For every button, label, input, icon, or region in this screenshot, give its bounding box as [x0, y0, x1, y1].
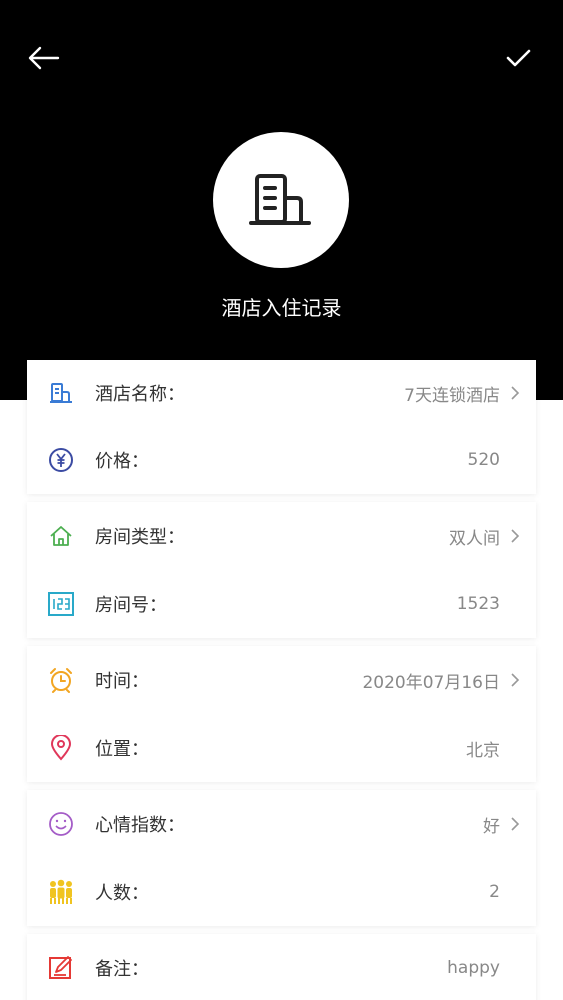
row-price[interactable]: 价格： 520	[27, 426, 536, 494]
confirm-button[interactable]	[502, 42, 534, 74]
group-time: 时间： 2020年07月16日 位置： 北京	[27, 646, 536, 782]
home-icon	[47, 522, 75, 550]
row-value: 北京	[466, 740, 500, 761]
row-label: 酒店名称：	[95, 384, 185, 405]
chevron-right-icon	[511, 529, 520, 543]
group-mood: 心情指数： 好 人数： 2	[27, 790, 536, 926]
smiley-icon	[47, 810, 75, 838]
hotel-icon	[47, 379, 75, 407]
building-icon	[249, 174, 311, 225]
arrow-left-icon	[28, 46, 60, 70]
alarm-clock-icon	[47, 666, 75, 694]
people-icon	[47, 878, 75, 906]
group-hotel: 酒店名称： 7天连锁酒店 价格： 520	[27, 360, 536, 494]
check-icon	[506, 49, 531, 67]
row-value: happy	[447, 958, 500, 978]
row-label: 房间号：	[95, 595, 167, 616]
header-bar: 酒店入住记录	[0, 0, 563, 400]
row-label: 备注：	[95, 959, 149, 980]
row-mood[interactable]: 心情指数： 好	[27, 790, 536, 858]
chevron-right-icon	[511, 673, 520, 687]
location-pin-icon	[47, 734, 75, 762]
row-room-number[interactable]: 房间号： 1523	[27, 570, 536, 638]
row-label: 房间类型：	[95, 527, 185, 548]
row-value: 520	[467, 450, 500, 470]
yen-icon	[47, 446, 75, 474]
row-hotel-name[interactable]: 酒店名称： 7天连锁酒店	[27, 360, 536, 426]
row-value: 2	[489, 882, 500, 902]
row-label: 位置：	[95, 739, 149, 760]
row-notes[interactable]: 备注： happy	[27, 934, 536, 1000]
group-notes: 备注： happy	[27, 934, 536, 1000]
back-button[interactable]	[26, 42, 62, 74]
row-people[interactable]: 人数： 2	[27, 858, 536, 926]
row-label: 时间：	[95, 671, 149, 692]
row-value: 2020年07月16日	[362, 672, 500, 693]
chevron-right-icon	[511, 817, 520, 831]
note-edit-icon	[47, 954, 75, 982]
row-room-type[interactable]: 房间类型： 双人间	[27, 502, 536, 570]
row-value: 7天连锁酒店	[404, 385, 500, 406]
row-label: 人数：	[95, 883, 149, 904]
page-title: 酒店入住记录	[221, 296, 342, 320]
number-123-icon	[47, 590, 75, 618]
form-card-area: 酒店名称： 7天连锁酒店 价格： 520 房间类型： 双人间 房间号： 1523…	[27, 360, 536, 1000]
row-value: 双人间	[449, 528, 500, 549]
avatar	[213, 132, 349, 268]
row-label: 价格：	[95, 451, 149, 472]
row-label: 心情指数：	[95, 815, 185, 836]
row-value: 好	[483, 816, 500, 837]
row-location[interactable]: 位置： 北京	[27, 714, 536, 782]
row-time[interactable]: 时间： 2020年07月16日	[27, 646, 536, 714]
chevron-right-icon	[511, 386, 520, 400]
row-value: 1523	[456, 594, 500, 614]
group-room: 房间类型： 双人间 房间号： 1523	[27, 502, 536, 638]
